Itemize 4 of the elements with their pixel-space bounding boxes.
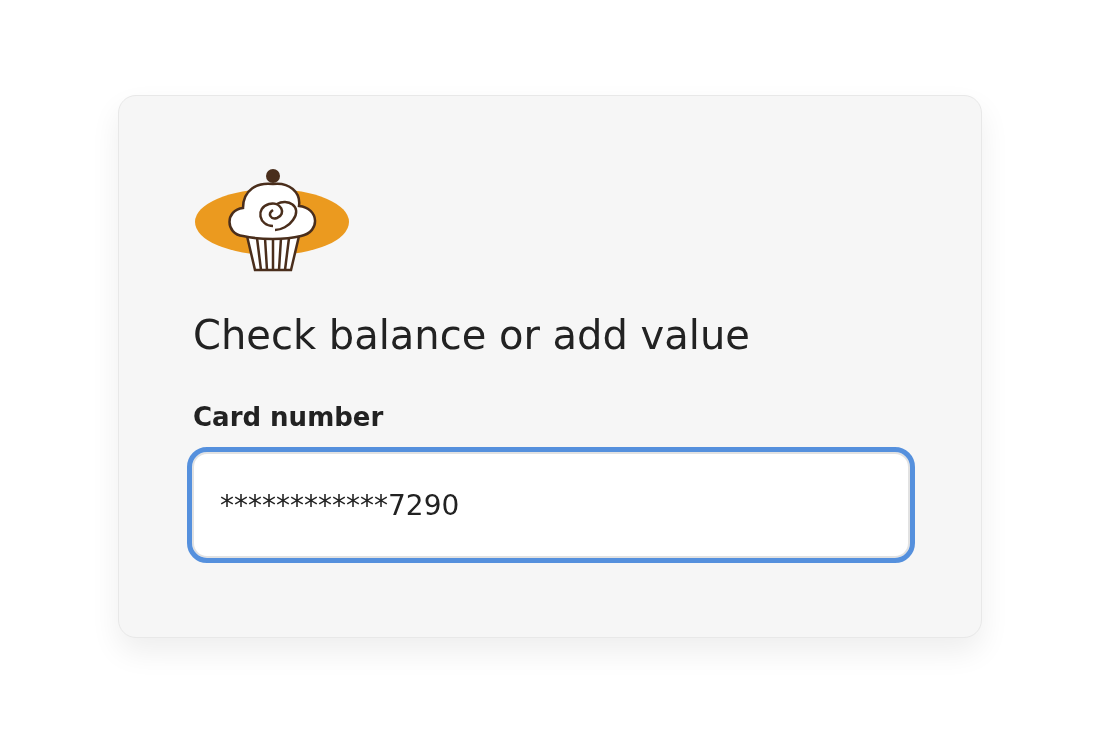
field-label: Card number <box>193 401 384 434</box>
card-number-field[interactable]: ************7290 <box>187 447 915 563</box>
card-title: Check balance or add value <box>193 311 750 360</box>
cupcake-logo-icon <box>195 168 350 273</box>
